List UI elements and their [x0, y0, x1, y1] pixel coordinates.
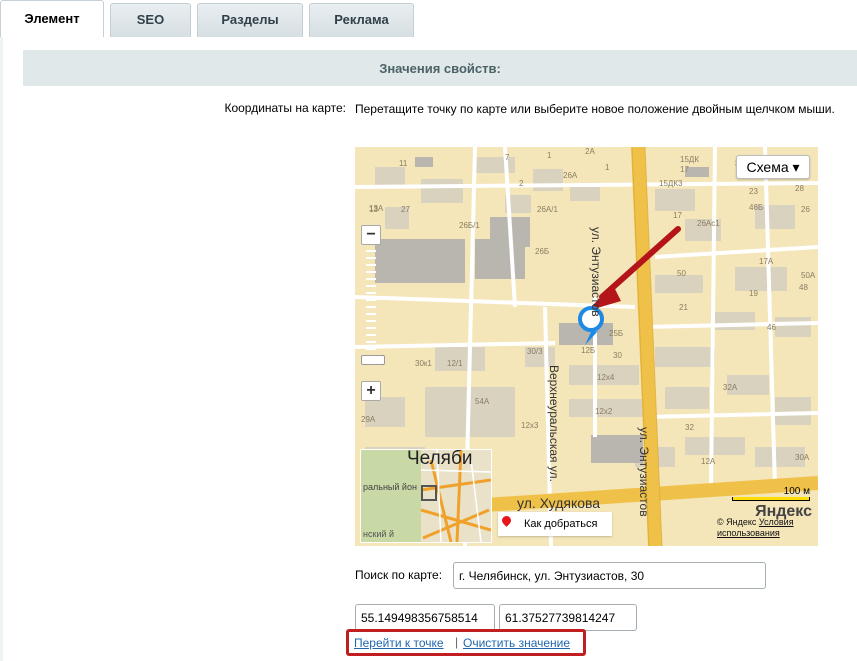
copyright-text: © Яндекс Условия	[717, 517, 794, 527]
building-label: 26Б/1	[459, 221, 480, 230]
terms-link[interactable]: использования	[717, 528, 780, 538]
building-label: 13А	[369, 204, 384, 213]
building-label: 25Б	[609, 329, 624, 338]
building-label: 32	[685, 423, 694, 432]
zoom-in-button[interactable]: +	[361, 381, 381, 401]
building-label: 11	[399, 159, 408, 168]
building-label: 2А	[585, 147, 595, 156]
map-search-label: Поиск по карте:	[355, 568, 443, 582]
building-label: 48	[799, 283, 808, 292]
building-label: 17	[680, 165, 689, 174]
tab-bar: Элемент SEO Разделы Реклама	[0, 0, 857, 38]
building-label: 29А	[361, 415, 376, 424]
building-label: 30	[613, 351, 622, 360]
location-pin-icon	[500, 514, 513, 527]
building-label: 30/3	[527, 347, 543, 356]
building-label: 21	[679, 303, 688, 312]
section-title: Значения свойств:	[23, 50, 857, 86]
building-label: 26Б	[535, 247, 550, 256]
building-label: 30к1	[415, 359, 432, 368]
street-label: ул. Худякова	[517, 495, 601, 511]
zoom-slider[interactable]	[364, 245, 378, 359]
zoom-out-button[interactable]: −	[361, 225, 381, 245]
minimap-corner-label: нский й	[363, 529, 394, 539]
building-label: 27	[401, 205, 410, 214]
building-label: 46	[767, 323, 776, 332]
street-label: ул. Энтузиастов	[637, 427, 651, 517]
building-label: 12х3	[521, 421, 539, 430]
building-label: 50	[677, 269, 686, 278]
latitude-input[interactable]	[355, 604, 495, 631]
tab-seo[interactable]: SEO	[110, 3, 191, 37]
building-label: 12х2	[595, 407, 613, 416]
building-label: 26	[801, 205, 810, 214]
building-label: 28	[795, 184, 804, 193]
building-label: 23	[749, 187, 758, 196]
map-coordinates-label: Координаты на карте:	[224, 101, 346, 115]
zoom-handle[interactable]	[361, 355, 385, 365]
building-label: 19	[749, 289, 758, 298]
route-button[interactable]: Как добраться	[498, 512, 612, 536]
map-type-button[interactable]: Схема ▾	[736, 155, 810, 179]
building-label: 46Б	[749, 203, 764, 212]
clear-value-link[interactable]: Очистить значение	[463, 636, 570, 650]
building-label: 12х4	[597, 373, 615, 382]
map-search-input[interactable]	[453, 562, 766, 589]
street-label: Верхнеуральская ул.	[547, 365, 561, 482]
building-label: 7	[505, 153, 510, 162]
building-label: 12А	[701, 457, 716, 466]
building-label: 15ДК	[680, 155, 699, 164]
building-label: 1	[547, 151, 552, 160]
tab-ads[interactable]: Реклама	[309, 3, 414, 37]
building-label: 12Б	[581, 346, 596, 355]
overview-minimap[interactable]: Челяби ральный йон нский й	[360, 449, 492, 543]
building-label: 2	[519, 179, 524, 188]
scale-bar	[732, 497, 810, 501]
building-label: 17	[673, 211, 682, 220]
building-label: 15ДК3	[659, 179, 683, 188]
building-label: 32А	[723, 383, 738, 392]
building-label: 30А	[795, 453, 810, 462]
building-label: 26Ac1	[697, 219, 720, 228]
tab-sections[interactable]: Разделы	[197, 3, 303, 37]
route-button-label: Как добраться	[524, 518, 598, 530]
building-label: 12/1	[447, 359, 463, 368]
building-label: 1	[605, 163, 610, 172]
street-label: ул. Энтузиастов	[589, 227, 603, 317]
building-label: 50А	[801, 271, 816, 280]
building-label: 17А	[759, 257, 774, 266]
longitude-input[interactable]	[499, 604, 637, 631]
building-label: 26А/1	[537, 205, 558, 214]
minimap-city: Челяби	[407, 449, 473, 469]
yandex-map[interactable]: 11 7 1 13 2 2А 1 17 30 26А 15ДК3 17 13А …	[355, 147, 818, 546]
map-hint: Перетащите точку по карте или выберите н…	[355, 102, 835, 116]
tab-element[interactable]: Элемент	[0, 0, 104, 38]
link-separator: |	[455, 635, 459, 649]
building-label: 26А	[563, 171, 578, 180]
building-label: 54А	[475, 397, 490, 406]
scale-label: 100 м	[783, 486, 810, 497]
go-to-point-link[interactable]: Перейти к точке	[354, 636, 444, 650]
element-panel: Значения свойств: Координаты на карте: П…	[0, 37, 857, 661]
panel-edge	[0, 37, 3, 661]
minimap-district: ральный йон	[363, 482, 417, 492]
